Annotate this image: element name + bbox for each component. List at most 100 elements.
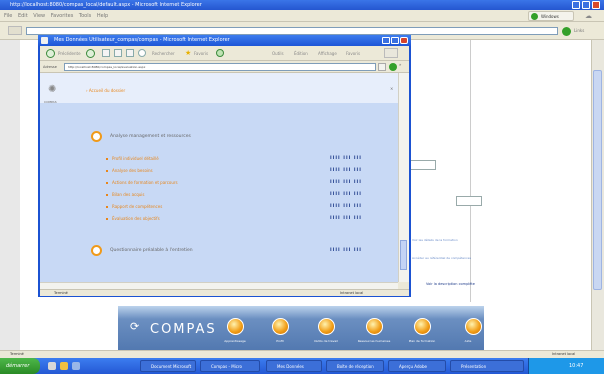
- right-link-2[interactable]: Accéder au référentiel de compétences: [412, 256, 471, 260]
- quicklaunch-folder-icon[interactable]: [60, 362, 68, 370]
- outer-scroll-thumb[interactable]: [593, 70, 602, 290]
- popup-forward-icon[interactable]: [86, 49, 95, 58]
- list-item-4[interactable]: Bilan des acquis: [112, 192, 145, 197]
- menu-favorites[interactable]: Favorites: [51, 13, 74, 19]
- menu-help[interactable]: Help: [97, 13, 108, 19]
- task-button-3[interactable]: Mes Données: [266, 360, 322, 372]
- popup-menu-outils[interactable]: Outils: [272, 46, 284, 61]
- links-label[interactable]: Links: [574, 26, 584, 36]
- item2-bullet-icon: [106, 170, 108, 172]
- popup-minimize-button[interactable]: [382, 37, 390, 44]
- list-item-6[interactable]: Évaluation des objectifs: [112, 216, 160, 221]
- outer-address-input[interactable]: [26, 27, 558, 35]
- task-button-2[interactable]: Compas - Micro: [200, 360, 260, 372]
- popup-favorites-label[interactable]: Favoris: [194, 46, 208, 61]
- banner-item-ressources[interactable]: Ressources humaines: [354, 339, 394, 343]
- clock: 10:47: [569, 363, 584, 369]
- compas-logo-icon: ⟳: [130, 320, 140, 333]
- compas-logo-text: COMPAS: [150, 322, 217, 337]
- quicklaunch-desktop-icon[interactable]: [72, 362, 80, 370]
- aide-icon[interactable]: [465, 318, 482, 335]
- popup-back-icon[interactable]: [46, 49, 55, 58]
- popup-close-button[interactable]: [400, 37, 408, 44]
- section2-title: Questionnaire préalable à l'entretien: [110, 248, 193, 253]
- list-item-5[interactable]: Rapport de compétences: [112, 204, 162, 209]
- popup-address-dropdown[interactable]: [378, 63, 386, 71]
- section2-ring-icon: [91, 245, 102, 256]
- menu-edit[interactable]: Edit: [18, 13, 28, 19]
- section2-rating: IIII III III: [330, 248, 362, 253]
- popup-scroll-thumb[interactable]: [400, 240, 407, 270]
- go-icon[interactable]: [562, 27, 571, 36]
- popup-address-input[interactable]: http://localhost:8080/compas_local/evalu…: [64, 63, 376, 71]
- apprentissage-icon[interactable]: [227, 318, 244, 335]
- banner-item-outils[interactable]: Outils de travail: [306, 339, 346, 343]
- windows-logo-button[interactable]: Windows: [528, 11, 574, 21]
- item6-bullet-icon: [106, 218, 108, 220]
- right-link-3[interactable]: Voir la description complète: [426, 282, 475, 286]
- list-item-2[interactable]: Analyse des besoins: [112, 168, 153, 173]
- popup-menu-favoris[interactable]: Favoris: [346, 46, 360, 61]
- outils-icon[interactable]: [318, 318, 335, 335]
- popup-home-icon[interactable]: [126, 49, 134, 57]
- compas-gear-icon: ✺: [48, 84, 57, 95]
- windows-flag-icon: [531, 13, 538, 20]
- popup-search-icon[interactable]: [138, 49, 146, 57]
- banner-item-plan[interactable]: Plan de formation: [402, 339, 442, 343]
- menu-view[interactable]: View: [33, 13, 45, 19]
- popup-favorites-icon[interactable]: ★: [185, 46, 191, 61]
- popup-horizontal-scrollbar[interactable]: [40, 282, 398, 289]
- popup-logo-label: COMPAS: [44, 100, 57, 104]
- outer-status-zone: Intranet local: [552, 352, 576, 356]
- right-link-1[interactable]: Voir les détails de la formation: [412, 238, 458, 242]
- popup-windows-logo-icon: [384, 48, 398, 58]
- popup-status-text: Terminé: [54, 291, 68, 295]
- task-button-1[interactable]: Document Microsoft: [140, 360, 196, 372]
- right-field-1[interactable]: [408, 160, 436, 170]
- popup-breadcrumb[interactable]: › Accueil du dossier: [86, 88, 125, 93]
- popup-title-bar: Mes Données Utilisateur_compas/compas - …: [38, 35, 411, 46]
- close-button[interactable]: [592, 1, 600, 9]
- list-item-3[interactable]: Actions de formation et parcours: [112, 180, 178, 185]
- popup-menu-affichage[interactable]: Affichage: [318, 46, 337, 61]
- popup-go-icon[interactable]: [389, 63, 397, 71]
- popup-links-icon[interactable]: »: [399, 62, 401, 67]
- start-button[interactable]: démarrer: [0, 358, 40, 374]
- right-field-2[interactable]: [456, 196, 482, 206]
- popup-maximize-button[interactable]: [391, 37, 399, 44]
- task-button-6[interactable]: Présentation: [450, 360, 524, 372]
- profil-icon[interactable]: [272, 318, 289, 335]
- popup-title: Mes Données Utilisateur_compas/compas - …: [54, 37, 230, 43]
- quicklaunch-ie-icon[interactable]: [48, 362, 56, 370]
- list-item-5-rating: IIII III III: [330, 204, 362, 209]
- popup-status-zone: Intranet local: [340, 291, 364, 295]
- popup-refresh-icon[interactable]: [114, 49, 122, 57]
- item5-bullet-icon: [106, 206, 108, 208]
- ressources-icon[interactable]: [366, 318, 383, 335]
- ie-logo-icon: ☁: [585, 12, 592, 20]
- popup-media-icon[interactable]: [216, 49, 224, 57]
- popup-search-label[interactable]: Rechercher: [152, 46, 175, 61]
- popup-back-label[interactable]: Précédente: [58, 46, 81, 61]
- maximize-button[interactable]: [582, 1, 590, 9]
- menu-file[interactable]: File: [4, 13, 12, 19]
- banner-item-profil[interactable]: Profil: [260, 339, 300, 343]
- item1-bullet-icon: [106, 158, 108, 160]
- banner-item-aide[interactable]: Aide: [453, 339, 483, 343]
- outer-status-bar: Terminé Intranet local: [0, 350, 604, 358]
- popup-menu-edition[interactable]: Édition: [294, 46, 308, 61]
- popup-close-content-icon[interactable]: ×: [390, 86, 393, 91]
- list-item-4-rating: IIII III III: [330, 192, 362, 197]
- banner-item-apprentissage[interactable]: Apprentissage: [215, 339, 255, 343]
- menu-tools[interactable]: Tools: [79, 13, 91, 19]
- minimize-button[interactable]: [572, 1, 580, 9]
- section1-ring-icon: [91, 131, 102, 142]
- popup-status-bar: Terminé Intranet local: [40, 289, 409, 296]
- outer-menu-bar: File Edit View Favorites Tools Help: [0, 10, 604, 22]
- popup-stop-icon[interactable]: [102, 49, 110, 57]
- task-button-4[interactable]: Boîte de réception: [326, 360, 384, 372]
- task-button-5[interactable]: Aperçu Adobe: [388, 360, 446, 372]
- plan-icon[interactable]: [414, 318, 431, 335]
- back-icon[interactable]: [8, 26, 22, 35]
- list-item-1[interactable]: Profil individuel détaillé: [112, 156, 159, 161]
